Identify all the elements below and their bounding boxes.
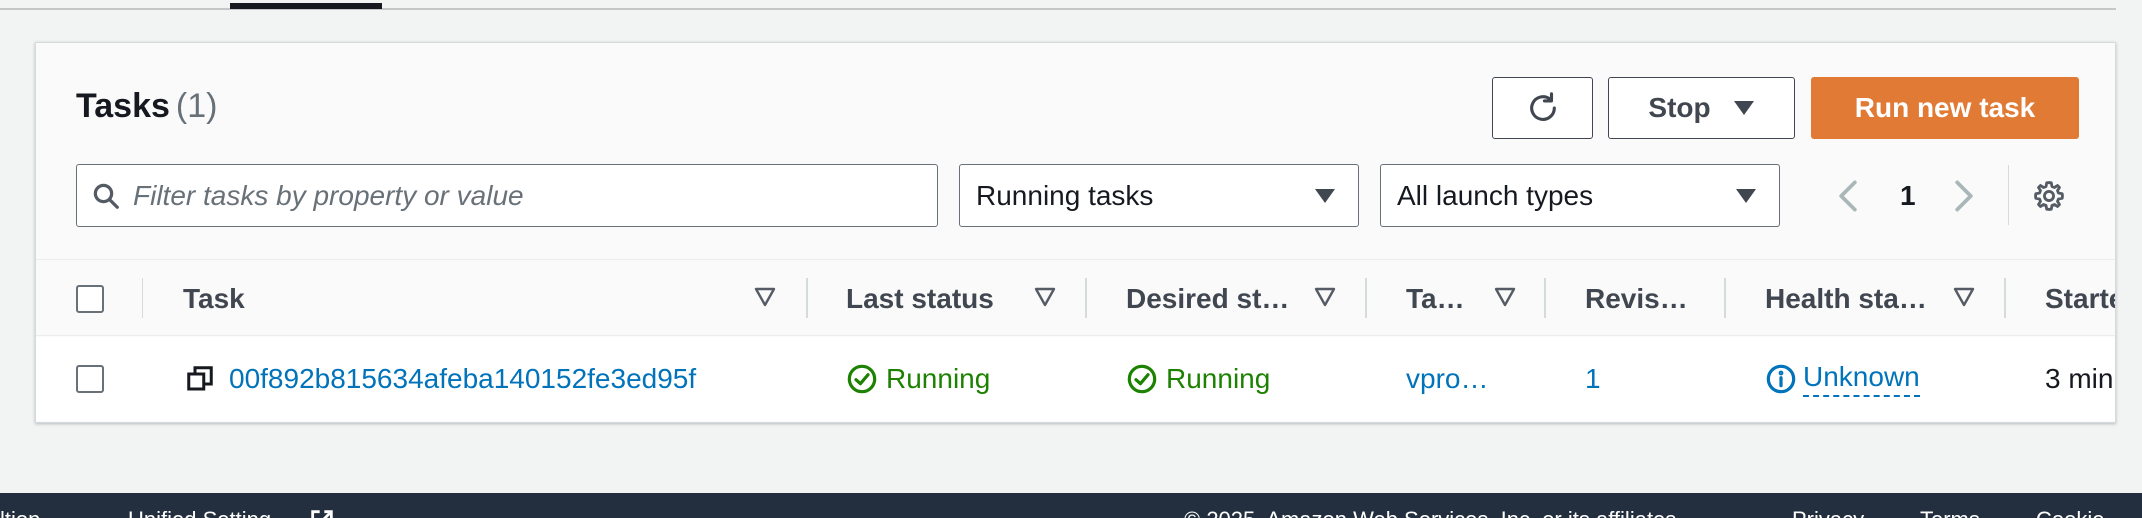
active-tab-indicator: [230, 3, 382, 9]
launch-type-select[interactable]: All launch types: [1380, 164, 1780, 227]
table-header: Task Last status Desired st… Ta… Revis… …: [36, 259, 2115, 337]
caret-down-icon: [1315, 188, 1335, 203]
gear-icon: [2034, 180, 2064, 211]
column-header-health-status[interactable]: Health sta…: [1765, 260, 1927, 337]
status-success-icon: [847, 364, 877, 394]
next-page-button[interactable]: [1952, 164, 1976, 227]
task-id-link[interactable]: 00f892b815634afeba140152fe3ed95f: [229, 363, 696, 395]
filter-input[interactable]: [133, 179, 913, 212]
desired-status-cell: Running: [1126, 337, 1270, 421]
task-cell: 00f892b815634afeba140152fe3ed95f: [185, 337, 696, 421]
copy-icon[interactable]: [185, 364, 215, 394]
task-status-value: Running tasks: [976, 179, 1154, 211]
sort-icon[interactable]: [1494, 286, 1516, 308]
console-footer: ltion Unified Setting © 2025, Amazon Web…: [0, 493, 2142, 518]
page-number[interactable]: 1: [1900, 164, 1916, 227]
column-resizer[interactable]: [2004, 278, 2006, 318]
previous-page-button[interactable]: [1836, 164, 1860, 227]
tasks-panel: Tasks(1) Stop Run new task Running tasks…: [35, 42, 2116, 423]
tab-underline: [0, 0, 2116, 10]
column-resizer[interactable]: [1085, 278, 1087, 318]
task-count: (1): [175, 87, 218, 125]
column-header-desired-status[interactable]: Desired st…: [1126, 260, 1289, 337]
status-success-icon: [1127, 364, 1157, 394]
chevron-left-icon: [1839, 180, 1857, 211]
caret-down-icon: [1736, 188, 1756, 203]
filter-field[interactable]: [76, 164, 938, 227]
run-new-task-button[interactable]: Run new task: [1811, 77, 2079, 139]
refresh-button[interactable]: [1492, 77, 1593, 139]
footer-link[interactable]: ltion: [0, 507, 40, 518]
sort-icon[interactable]: [1034, 286, 1056, 308]
desired-status-text: Running: [1166, 363, 1271, 394]
panel-title: Tasks (1): [76, 87, 217, 126]
search-icon: [93, 183, 119, 209]
column-resizer[interactable]: [806, 278, 808, 318]
last-status-text: Running: [886, 363, 991, 394]
table-row: 00f892b815634afeba140152fe3ed95f Running…: [36, 337, 2115, 421]
caret-down-icon: [1733, 101, 1754, 115]
last-status-cell: Running: [846, 337, 990, 421]
preferences-button[interactable]: [2032, 164, 2066, 227]
column-header-started[interactable]: Starte: [2045, 260, 2115, 337]
sort-icon[interactable]: [1314, 286, 1336, 308]
launch-type-value: All launch types: [1397, 179, 1594, 211]
column-resizer[interactable]: [1724, 278, 1726, 318]
footer-terms-link[interactable]: Terms: [1920, 507, 1980, 518]
column-resizer[interactable]: [1365, 278, 1367, 318]
external-link-icon: [311, 510, 333, 518]
column-divider: [142, 278, 143, 318]
pagination-divider: [2008, 165, 2009, 225]
row-checkbox[interactable]: [76, 365, 104, 393]
run-new-task-label: Run new task: [1854, 92, 2036, 123]
sort-icon[interactable]: [1953, 286, 1975, 308]
footer-unified-settings-link[interactable]: Unified Setting: [128, 507, 271, 518]
health-status-cell: Unknown: [1765, 337, 1920, 421]
stop-label: Stop: [1648, 92, 1711, 123]
revision-link[interactable]: 1: [1585, 337, 1601, 421]
column-header-task-definition[interactable]: Ta…: [1406, 260, 1465, 337]
refresh-icon: [1529, 92, 1556, 121]
sort-icon[interactable]: [754, 286, 776, 308]
status-info-icon: [1766, 364, 1796, 394]
column-header-last-status[interactable]: Last status: [846, 260, 994, 337]
column-header-task[interactable]: Task: [183, 260, 245, 337]
health-status-popover-trigger[interactable]: Unknown: [1803, 361, 1920, 397]
footer-cookie-link[interactable]: Cookie: [2036, 507, 2104, 518]
footer-privacy-link[interactable]: Privacy: [1792, 507, 1864, 518]
select-all-checkbox[interactable]: [76, 285, 104, 313]
task-definition-link[interactable]: vpro…: [1406, 337, 1488, 421]
started-cell: 3 min: [2045, 363, 2114, 394]
task-status-select[interactable]: Running tasks: [959, 164, 1359, 227]
title-text: Tasks: [76, 87, 170, 125]
stop-button[interactable]: Stop: [1608, 77, 1795, 139]
chevron-right-icon: [1955, 180, 1973, 211]
column-header-revision[interactable]: Revis…: [1585, 260, 1688, 337]
footer-copyright: © 2025, Amazon Web Services, Inc. or its…: [1184, 507, 1682, 518]
column-resizer[interactable]: [1544, 278, 1546, 318]
